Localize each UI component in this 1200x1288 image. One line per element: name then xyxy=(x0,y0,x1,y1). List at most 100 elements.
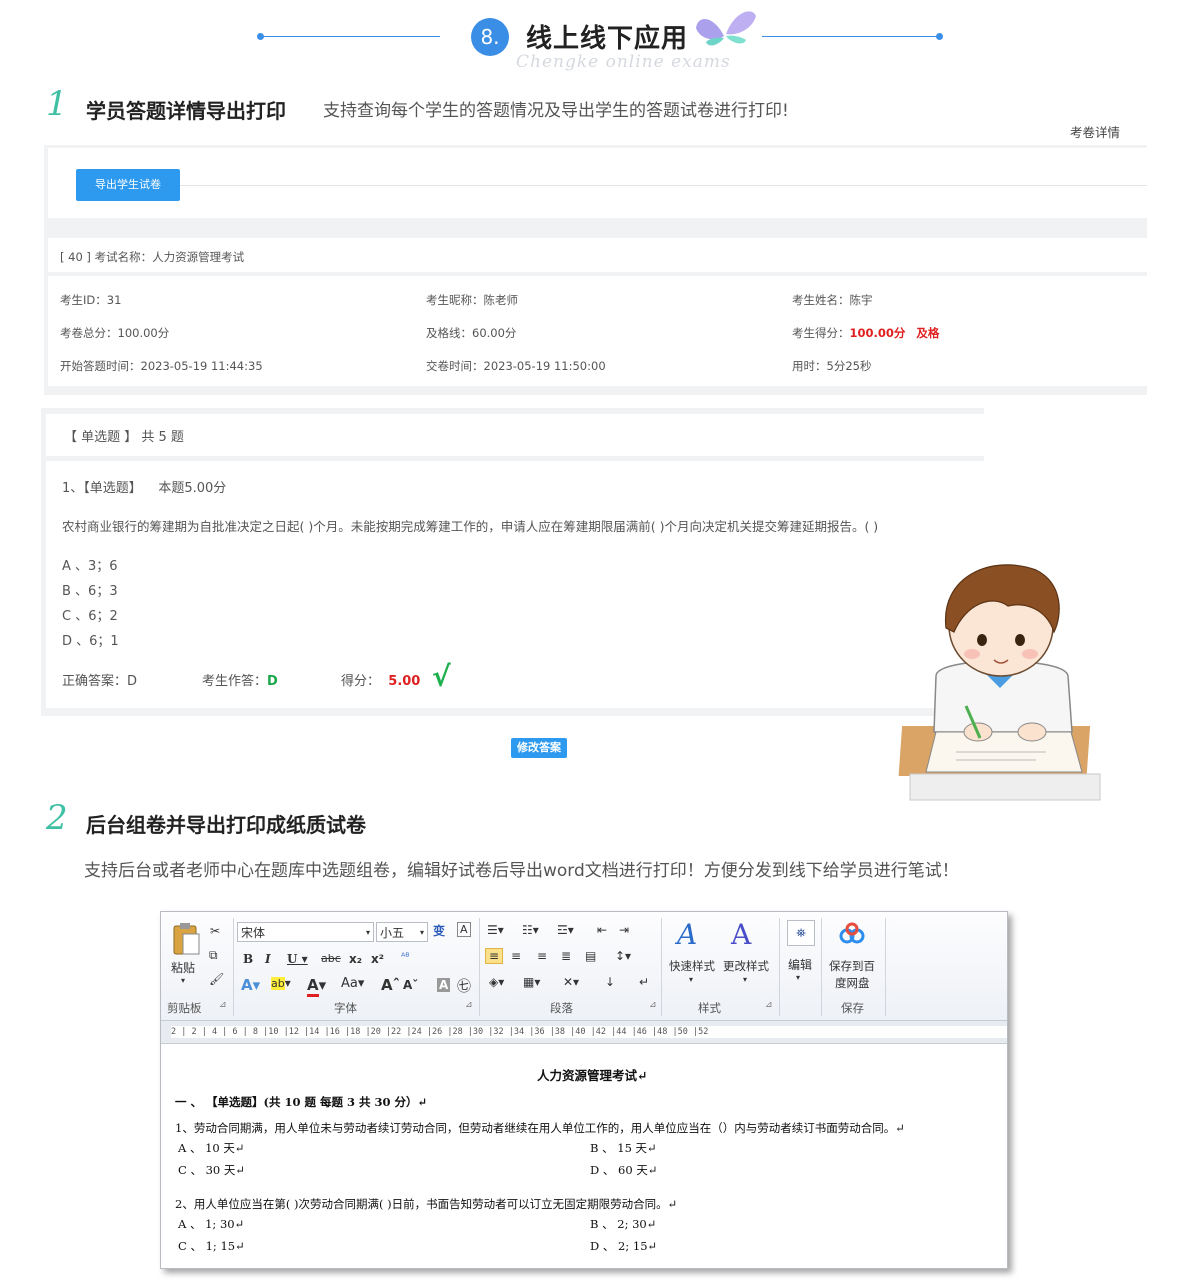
chevron-down-icon: ▾ xyxy=(743,975,748,984)
find-icon[interactable]: ⛯ xyxy=(787,920,815,946)
bullets-icon[interactable]: ☰▾ xyxy=(487,923,504,937)
paste-button[interactable]: 粘贴 xyxy=(171,959,195,976)
phonetic-guide-icon[interactable]: 变 xyxy=(433,922,445,939)
highlight-icon[interactable]: ab▾ xyxy=(271,976,291,990)
change-style-icon[interactable]: A xyxy=(731,918,751,951)
student-illustration xyxy=(898,564,1101,801)
save-baidu-button-line2[interactable]: 度网盘 xyxy=(835,975,870,991)
char-border-icon[interactable]: A xyxy=(457,922,471,937)
font-size-select[interactable]: 小五 ▾ xyxy=(376,922,428,942)
header-line-left xyxy=(260,36,440,37)
dialog-launcher-icon[interactable]: ⊿ xyxy=(765,1000,773,1010)
char-shading-icon[interactable]: A xyxy=(437,978,451,992)
increase-indent-icon[interactable]: ⇥ xyxy=(619,923,629,937)
doc-q1-option-c: C 、 30 天↵ xyxy=(178,1163,246,1177)
grow-font-icon[interactable]: Aˆ xyxy=(381,976,400,994)
question-number-type: 1、【单选题】 xyxy=(62,481,142,496)
exam-name: [ 40 ] 考试名称：人力资源管理考试 xyxy=(60,250,245,264)
edit-button[interactable]: 编辑 xyxy=(788,956,812,973)
chinese-layout-icon[interactable]: ✕▾ xyxy=(563,975,579,989)
question-score: 得分： 5.00 xyxy=(341,670,420,689)
show-marks-icon[interactable]: ↵ xyxy=(639,975,649,989)
tab-exam-detail[interactable]: 考卷详情 xyxy=(1070,122,1120,141)
section-2-number: 2 xyxy=(46,798,68,838)
clear-format-icon[interactable]: ᴬᴮ xyxy=(401,952,410,963)
baidu-netdisk-icon[interactable] xyxy=(839,922,865,947)
dialog-launcher-icon[interactable]: ⊿ xyxy=(219,1000,227,1010)
question-head: 1、【单选题】 本题5.00分 xyxy=(62,477,226,496)
doc-q2-option-b: B 、 2; 30↵ xyxy=(590,1217,657,1231)
quick-style-button[interactable]: 快速样式 xyxy=(669,958,715,974)
format-painter-icon[interactable]: 🖌 xyxy=(209,972,224,986)
dialog-launcher-icon[interactable]: ⊿ xyxy=(465,1000,473,1010)
question-text: 农村商业银行的筹建期为自批准决定之日起( )个月。未能按期完成筹建工作的，申请人… xyxy=(62,519,879,534)
header-line-right xyxy=(762,36,940,37)
question-type-bar xyxy=(46,414,984,456)
student-answer: 考生作答：D xyxy=(202,670,278,689)
ribbon-separator xyxy=(661,918,662,1016)
page-title: 线上线下应用 xyxy=(526,24,689,54)
student-answer-value: D xyxy=(267,674,278,689)
group-label-styles: 样式 xyxy=(698,1001,721,1015)
paste-dropdown-icon[interactable]: ▾ xyxy=(181,976,185,985)
change-case-icon[interactable]: Aa▾ xyxy=(341,976,364,991)
page-subtitle: Chengke online exams xyxy=(516,52,731,72)
student-score-label: 考生得分： xyxy=(792,326,850,340)
superscript-icon[interactable]: x² xyxy=(371,952,384,966)
text-effect-icon[interactable]: A▾ xyxy=(241,976,260,994)
copy-icon[interactable]: ⧉ xyxy=(209,948,218,963)
chevron-down-icon: ▾ xyxy=(796,973,801,982)
align-right-icon[interactable]: ≡ xyxy=(537,949,547,963)
question-score-label: 得分： xyxy=(341,674,381,689)
chevron-down-icon: ▾ xyxy=(689,975,694,984)
ruler[interactable]: 2 | 2 | 4 | 6 | 8 |10 |12 |14 |16 |18 |2… xyxy=(161,1021,1007,1044)
change-style-button[interactable]: 更改样式 xyxy=(723,958,769,974)
underline-icon[interactable]: U ▾ xyxy=(287,952,308,966)
doc-q1-option-a: A 、 10 天↵ xyxy=(178,1141,245,1155)
bold-icon[interactable]: B xyxy=(243,952,253,966)
shading-icon[interactable]: ◈▾ xyxy=(489,975,504,989)
cut-icon[interactable]: ✂ xyxy=(210,924,220,938)
distributed-icon[interactable]: ▤ xyxy=(585,949,596,963)
align-left-icon[interactable]: ≡ xyxy=(485,948,504,964)
doc-q2-option-d: D 、 2; 15↵ xyxy=(590,1239,658,1253)
section-1-desc: 支持查询每个学生的答题情况及导出学生的答题试卷进行打印! xyxy=(323,101,789,121)
doc-question-2: 2、用人单位应当在第( )次劳动合同期满( )日前，书面告知劳动者可以订立无固定… xyxy=(175,1197,678,1211)
group-label-save: 保存 xyxy=(841,1001,864,1015)
check-mark-icon: √ xyxy=(432,660,451,693)
ribbon: 粘贴 ▾ ✂ ⧉ 🖌 宋体 ▾ 小五 ▾ 变 A B I U ▾ abc x₂ x²… xyxy=(161,912,1007,1021)
paste-icon[interactable] xyxy=(171,922,201,959)
save-baidu-button-line1[interactable]: 保存到百 xyxy=(829,958,875,974)
justify-icon[interactable]: ≣ xyxy=(561,949,571,963)
decrease-indent-icon[interactable]: ⇤ xyxy=(597,923,607,937)
italic-icon[interactable]: I xyxy=(265,952,271,966)
dialog-launcher-icon[interactable]: ⊿ xyxy=(649,1000,657,1010)
group-label-clipboard: 剪贴板 xyxy=(167,1001,202,1015)
modify-answer-button[interactable]: 修改答案 xyxy=(511,738,567,758)
student-score: 考生得分：100.00分 及格 xyxy=(792,325,939,341)
section-2-title: 后台组卷并导出打印成纸质试卷 xyxy=(86,813,366,837)
paper-total: 考卷总分：100.00分 xyxy=(60,326,170,340)
font-color-icon[interactable]: A▾ xyxy=(307,976,326,997)
sort-icon[interactable]: ↓ xyxy=(605,975,615,989)
toolbar-area xyxy=(48,148,1147,218)
group-label-font: 字体 xyxy=(334,1001,357,1015)
multilevel-list-icon[interactable]: ☲▾ xyxy=(557,923,574,937)
subscript-icon[interactable]: x₂ xyxy=(349,952,362,966)
ribbon-separator xyxy=(479,918,480,1016)
strikethrough-icon[interactable]: abc xyxy=(321,952,341,965)
numbering-icon[interactable]: ☷▾ xyxy=(522,923,539,937)
border-icon[interactable]: ▦▾ xyxy=(523,975,540,989)
font-name-select[interactable]: 宋体 ▾ xyxy=(237,922,374,942)
doc-q1-option-d: D 、 60 天↵ xyxy=(590,1163,658,1177)
shrink-font-icon[interactable]: Aˇ xyxy=(403,978,418,992)
submit-time: 交卷时间：2023-05-19 11:50:00 xyxy=(426,359,606,373)
quick-style-icon[interactable]: A xyxy=(677,918,697,951)
pass-line: 及格线：60.00分 xyxy=(426,326,517,340)
export-paper-button[interactable]: 导出学生试卷 xyxy=(76,169,180,201)
align-center-icon[interactable]: ≡ xyxy=(511,949,521,963)
enclose-char-icon[interactable]: ㊆ xyxy=(457,976,471,996)
option-d: D 、6；1 xyxy=(62,634,119,649)
line-spacing-icon[interactable]: ↕▾ xyxy=(615,949,631,963)
header-dot-left xyxy=(257,33,264,40)
